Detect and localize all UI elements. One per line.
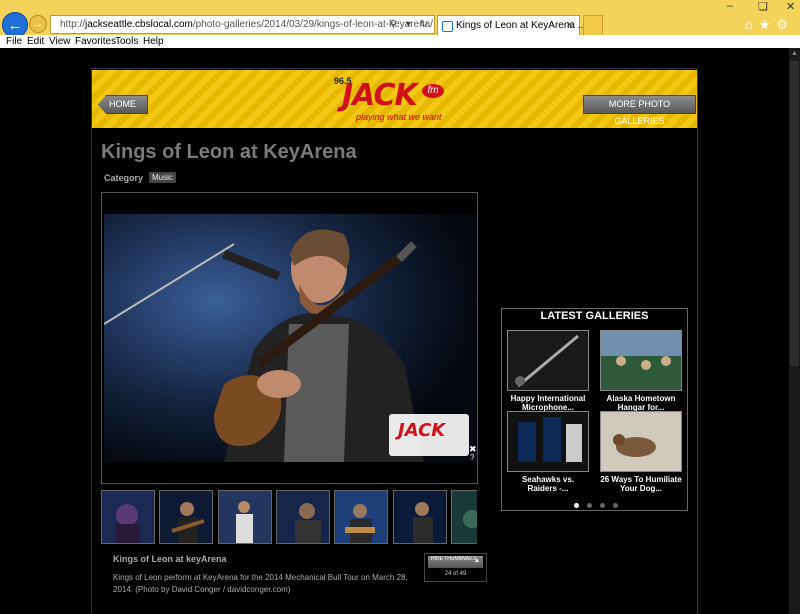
more-galleries-button[interactable]: MORE PHOTO GALLERIES (583, 95, 696, 126)
tab-favicon-icon (442, 21, 453, 32)
thumbnail[interactable] (101, 490, 155, 544)
tab-close-icon[interactable]: ✕ (566, 16, 574, 35)
menu-tools[interactable]: Tools (115, 36, 138, 47)
gallery-thumbnail[interactable] (600, 330, 682, 391)
minimize-icon[interactable]: – (727, 0, 733, 12)
new-tab-button[interactable] (583, 15, 603, 36)
gallery-title[interactable]: Alaska Hometown Hangar for... (600, 394, 682, 412)
gallery-card[interactable]: Seahawks vs. Raiders -... (507, 411, 589, 493)
hide-thumbnails-label: HIDE THUMBNAILS (431, 556, 477, 562)
thumbnail[interactable] (393, 490, 447, 544)
category-label: Category (104, 173, 144, 183)
logo-fm: fm (422, 84, 444, 98)
logo-tagline: playing what we want (356, 112, 442, 122)
page-title: Kings of Leon at KeyArena (101, 141, 357, 163)
thumbnail-strip (101, 490, 477, 545)
caption-text: Kings of Leon perform at KeyArena for th… (113, 573, 408, 594)
menu-view[interactable]: View (49, 36, 71, 47)
caption-title: Kings of Leon at keyArena (113, 554, 227, 564)
gallery-card[interactable]: Happy International Microphone... (507, 330, 589, 412)
photo-counter: 24 of 49 (444, 571, 467, 577)
menu-favorites[interactable]: Favorites (75, 36, 116, 47)
carousel-dot[interactable] (587, 503, 592, 508)
home-icon[interactable]: ⌂ (745, 17, 759, 32)
address-bar[interactable]: http://jackseattle.cbslocal.com/photo-ga… (50, 15, 435, 34)
toolbar-icons[interactable]: ⌂★⚙ (745, 17, 794, 33)
gallery-title[interactable]: Seahawks vs. Raiders -... (507, 475, 589, 493)
thumbnail[interactable] (276, 490, 330, 544)
menu-file[interactable]: File (6, 36, 22, 47)
scroll-thumb[interactable] (790, 61, 799, 366)
url-host: jackseattle.cbslocal.com (85, 19, 193, 30)
ad-info-icon[interactable]: ? (470, 453, 474, 462)
favorites-star-icon[interactable]: ★ (759, 17, 777, 32)
menu-help[interactable]: Help (143, 36, 164, 47)
carousel-dot[interactable] (613, 503, 618, 508)
forward-button[interactable]: → (29, 15, 47, 33)
thumbnail[interactable] (218, 490, 272, 544)
gallery-thumbnail[interactable] (507, 330, 589, 391)
carousel-dot[interactable] (600, 503, 605, 508)
hide-thumbnails-button[interactable]: HIDE THUMBNAILS ▲ (428, 556, 483, 568)
scroll-up-icon[interactable]: ▲ (789, 50, 800, 57)
browser-chrome: ← → http://jackseattle.cbslocal.com/phot… (0, 0, 800, 48)
menu-bar: File Edit View Favorites Tools Help (0, 35, 800, 48)
browser-tab[interactable]: Kings of Leon at KeyArena ... ✕ (437, 15, 586, 36)
gallery-thumbnail[interactable] (507, 411, 589, 472)
latest-galleries-panel: LATEST GALLERIES Happy International Mic… (501, 308, 688, 511)
chevron-up-icon: ▲ (474, 558, 480, 564)
gallery-card[interactable]: Alaska Hometown Hangar for... (600, 330, 682, 412)
close-window-icon[interactable]: ✕ (786, 0, 795, 13)
logo-name: JACK (342, 78, 418, 113)
menu-edit[interactable]: Edit (27, 36, 44, 47)
svg-text:JACK: JACK (395, 420, 447, 441)
thumbnail-controls: HIDE THUMBNAILS ▲ 24 of 49 (424, 553, 487, 582)
gallery-title[interactable]: 26 Ways To Humiliate Your Dog... (600, 475, 682, 493)
latest-galleries-title: LATEST GALLERIES (540, 310, 649, 322)
station-logo[interactable]: 96.5 JACK fm playing what we want (332, 74, 457, 126)
main-photo[interactable]: JACK (104, 214, 477, 462)
maximize-icon[interactable]: ❏ (758, 0, 768, 13)
url-prefix: http:// (60, 19, 86, 30)
gallery-title[interactable]: Happy International Microphone... (507, 394, 589, 412)
carousel-dots (574, 495, 626, 513)
gallery-thumbnail[interactable] (600, 411, 682, 472)
thumbnail[interactable] (159, 490, 213, 544)
vertical-scrollbar[interactable]: ▲ (789, 48, 800, 614)
gallery-card[interactable]: 26 Ways To Humiliate Your Dog... (600, 411, 682, 493)
thumbnail[interactable] (451, 490, 477, 544)
search-refresh-icons[interactable]: ⚲ ▾ ↻ (390, 16, 431, 33)
home-button[interactable]: HOME (98, 95, 148, 114)
category-tag[interactable]: Music (149, 172, 176, 183)
thumbnail[interactable] (334, 490, 388, 544)
site-banner: HOME 96.5 JACK fm playing what we want M… (92, 70, 697, 128)
settings-gear-icon[interactable]: ⚙ (776, 17, 794, 32)
carousel-dot[interactable] (574, 503, 579, 508)
